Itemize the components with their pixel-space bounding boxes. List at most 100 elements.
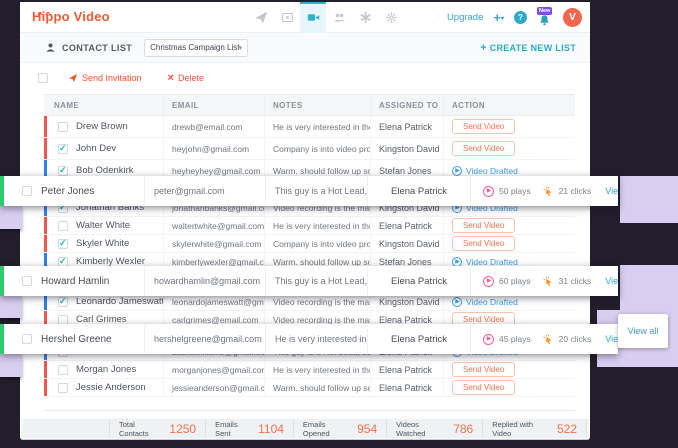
help-button[interactable]: ? (514, 11, 527, 24)
video-drafted-label: Video Drafted (466, 257, 518, 267)
contact-hover-row[interactable]: Peter Jones peter@gmail.com This guy is … (0, 176, 618, 206)
row-checkbox[interactable] (22, 334, 32, 344)
row-checkbox[interactable] (58, 166, 68, 176)
video-stats: ▶ 50 plays 21 clicks View all (470, 176, 618, 206)
upgrade-link[interactable]: Upgrade (447, 12, 483, 23)
lavender-fragment (620, 265, 678, 310)
column-header-assigned: ASSIGNED TO (370, 95, 443, 115)
row-checkbox[interactable] (58, 122, 68, 132)
contacts-table: NAME EMAIL NOTES ASSIGNED TO ACTION Drew… (44, 94, 575, 411)
lavender-fragment (0, 354, 22, 377)
row-checkbox[interactable] (58, 365, 68, 375)
contact-notes: This guy is a Hot Lead, so... (265, 176, 367, 206)
avatar[interactable]: V (563, 8, 582, 27)
clicks-icon (543, 334, 554, 345)
row-checkbox[interactable] (58, 257, 68, 267)
chevron-down-icon: ▾ (239, 44, 243, 52)
view-all-link[interactable]: View all (605, 334, 618, 344)
row-checkbox[interactable] (58, 315, 68, 325)
contact-email: skylerwhite@gmail.com (163, 235, 264, 252)
send-video-button[interactable]: Send Video (452, 119, 515, 134)
table-row[interactable]: Drew Brown drewb@email.com He is very in… (44, 116, 575, 138)
action-cell: Send Video (443, 138, 575, 159)
list-dropdown-value: Christmas Campaign List (150, 43, 238, 52)
send-video-button[interactable]: Send Video (452, 218, 515, 233)
clicks-count: 31 clicks (559, 276, 592, 286)
video-drafted-label: Video Drafted (466, 166, 518, 176)
integrations-icon[interactable] (352, 2, 378, 33)
quick-add-button[interactable]: +▾ (493, 11, 504, 24)
stat-value: 1250 (169, 422, 196, 436)
send-video-button[interactable]: Send Video (452, 362, 515, 377)
table-row[interactable]: Skyler White skylerwhite@gmail.com Compa… (44, 235, 575, 253)
contact-hover-row[interactable]: Howard Hamlin howardhamlin@gmail.com Thi… (0, 266, 618, 296)
lavender-fragment (0, 296, 22, 318)
footer-stat: Videos Watched 786 (387, 419, 483, 438)
contact-email: drewb@email.com (163, 116, 264, 137)
contacts-icon[interactable] (326, 2, 352, 33)
row-checkbox[interactable] (58, 221, 68, 231)
stat-label: Replied with Video (492, 420, 553, 438)
row-checkbox[interactable] (58, 383, 68, 393)
send-video-button[interactable]: Send Video (452, 141, 515, 156)
contact-name: Walter White (76, 220, 130, 231)
paper-plane-icon[interactable] (248, 2, 274, 33)
video-camera-icon[interactable] (300, 2, 326, 33)
contact-list-label: CONTACT LIST (62, 43, 132, 53)
settings-gear-icon[interactable] (378, 2, 404, 33)
column-header-email: EMAIL (163, 95, 264, 115)
delete-button[interactable]: × Delete (168, 73, 204, 84)
screen-record-icon[interactable] (274, 2, 300, 33)
send-invitation-button[interactable]: Send Invitation (68, 73, 142, 83)
row-status-bar (44, 361, 47, 378)
row-checkbox[interactable] (58, 297, 68, 307)
chevron-down-icon: ▾ (501, 16, 504, 22)
row-checkbox[interactable] (22, 276, 32, 286)
stat-label: Emails Opened (303, 420, 353, 438)
contact-email: hershelgreene@gmail.com (144, 324, 265, 354)
contact-name: Bob Odenkirk (76, 165, 134, 176)
view-all-link[interactable]: View all (605, 186, 618, 196)
table-row[interactable]: Walter White waltertwhite@gmail.com He i… (44, 217, 575, 235)
action-cell: Send Video (443, 116, 575, 137)
contact-hover-row[interactable]: Hershel Greene hershelgreene@gmail.com H… (0, 324, 618, 354)
contact-email: jessieanderson@gmail.com (163, 379, 264, 396)
view-all-link[interactable]: View all (605, 276, 618, 286)
create-new-list-button[interactable]: + CREATE NEW LIST (480, 42, 576, 54)
contact-name: Leonardo Jameswatt (76, 296, 163, 307)
contact-name: Morgan Jones (76, 364, 136, 375)
stage: Hippo Video (0, 0, 678, 448)
clicks-count: 20 clicks (559, 334, 592, 344)
view-all-popup[interactable]: View all (618, 314, 668, 348)
play-circle-icon: ▶ (452, 297, 462, 307)
row-status-bar (44, 138, 47, 159)
row-status-bar (44, 116, 47, 137)
select-all-checkbox[interactable] (38, 73, 48, 83)
table-row[interactable]: Jessie Anderson jessieanderson@gmail.com… (44, 379, 575, 397)
assigned-to: Elena Patrick (370, 361, 443, 378)
stat-value: 522 (557, 422, 577, 436)
navbar-right: Upgrade +▾ ? New V (447, 2, 582, 33)
contact-person-icon (45, 42, 56, 53)
contact-name: Jessie Anderson (76, 382, 146, 393)
send-video-button[interactable]: Send Video (452, 236, 515, 251)
clicks-count: 21 clicks (559, 186, 592, 196)
contact-name: Peter Jones (41, 186, 94, 197)
plays-count: 45 plays (499, 334, 531, 344)
table-row[interactable]: Morgan Jones morganjones@gmail.com He is… (44, 361, 575, 379)
notifications-bell[interactable]: New (537, 8, 553, 28)
stat-label: Videos Watched (396, 420, 449, 438)
contact-notes: Company is into video produ... (264, 138, 370, 159)
contact-name: Skyler White (76, 238, 129, 249)
list-dropdown[interactable]: Christmas Campaign List ▾ (144, 39, 248, 57)
plays-icon: ▶ (483, 276, 494, 287)
video-stats: ▶ 60 plays 31 clicks View all (470, 266, 618, 296)
row-checkbox[interactable] (22, 186, 32, 196)
row-checkbox[interactable] (58, 239, 68, 249)
delete-x-icon: × (168, 73, 174, 84)
table-row[interactable]: John Dev heyjohn@gmail.com Company is in… (44, 138, 575, 160)
send-video-button[interactable]: Send Video (452, 380, 515, 395)
row-checkbox[interactable] (58, 144, 68, 154)
table-footer-space (44, 397, 575, 411)
assigned-to: Elena Patrick (367, 266, 470, 296)
